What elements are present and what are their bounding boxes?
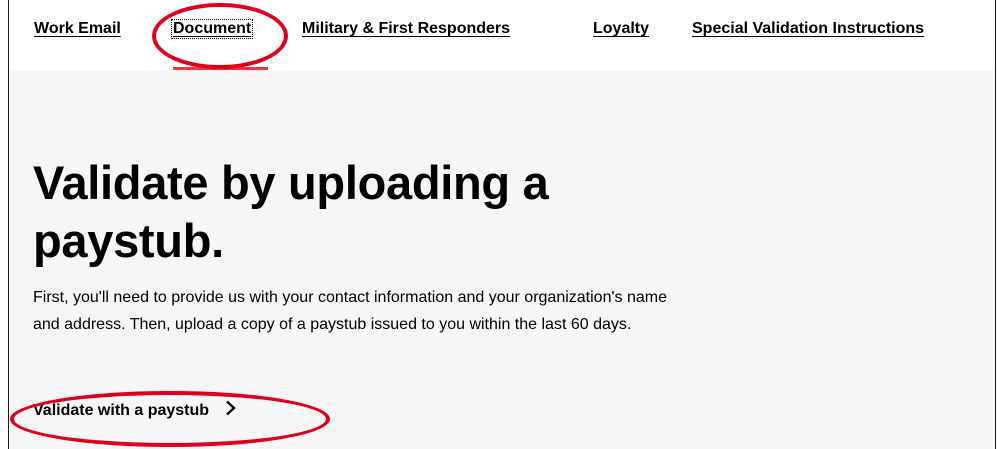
validate-with-paystub-label: Validate with a paystub xyxy=(33,401,210,419)
tab-special-validation-instructions[interactable]: Special Validation Instructions xyxy=(692,20,924,38)
tab-work-email[interactable]: Work Email xyxy=(34,20,121,38)
page-description: First, you'll need to provide us with yo… xyxy=(33,289,667,333)
chevron-right-icon xyxy=(225,400,237,421)
tab-military-first-responders[interactable]: Military & First Responders xyxy=(302,20,510,38)
tab-bar: Work Email Document Military & First Res… xyxy=(9,0,995,70)
page-frame: Work Email Document Military & First Res… xyxy=(8,0,996,449)
main-content: Validate by uploading a paystub. First, … xyxy=(9,70,995,449)
validate-with-paystub-link[interactable]: Validate with a paystub xyxy=(33,400,237,421)
page-headline: Validate by uploading a paystub. xyxy=(33,156,549,267)
tab-loyalty[interactable]: Loyalty xyxy=(593,20,649,38)
tab-document[interactable]: Document xyxy=(170,19,254,39)
